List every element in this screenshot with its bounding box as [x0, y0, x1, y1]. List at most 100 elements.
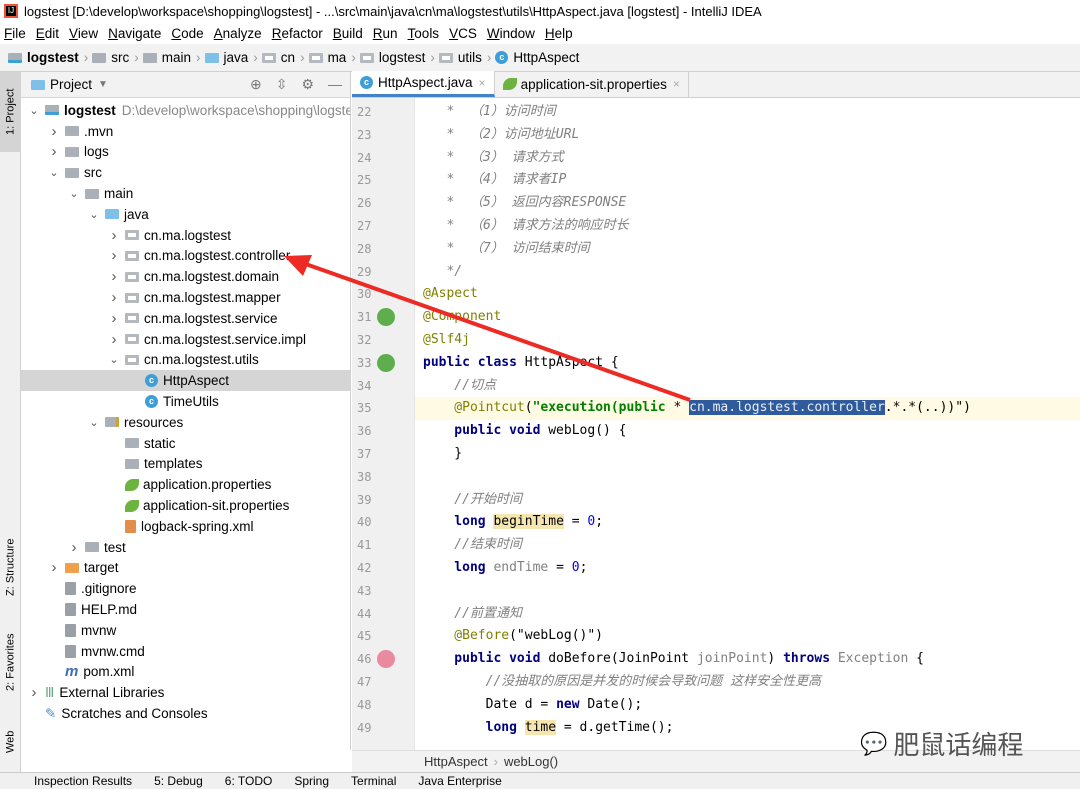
tree-item[interactable]: c HttpAspect	[21, 370, 350, 392]
chevron-right-icon[interactable]: ›	[108, 310, 120, 327]
menu-run[interactable]: Run	[373, 26, 398, 41]
chevron-down-icon[interactable]: ⌄	[108, 353, 120, 366]
tree-item[interactable]: ⌄ java	[21, 204, 350, 225]
tree-item[interactable]: › cn.ma.logstest.service	[21, 308, 350, 329]
line-number: 27	[357, 219, 372, 233]
tree-item[interactable]: › cn.ma.logstest.controller	[21, 246, 350, 267]
tool-window-6-todo[interactable]: 6: TODO	[225, 774, 273, 788]
breadcrumb-item[interactable]: logstest ›	[359, 50, 435, 65]
web-tool-tab[interactable]: Web	[0, 717, 21, 767]
tree-item[interactable]: static	[21, 433, 350, 454]
tree-item[interactable]: ✎ Scratches and Consoles	[21, 703, 350, 724]
breadcrumb-item[interactable]: main ›	[142, 50, 201, 65]
chevron-down-icon[interactable]: ⌄	[88, 416, 100, 429]
crumb-method[interactable]: webLog()	[504, 754, 558, 769]
structure-tool-tab[interactable]: Z: Structure	[0, 527, 21, 607]
breadcrumb-item[interactable]: c HttpAspect	[495, 50, 579, 65]
tool-window-terminal[interactable]: Terminal	[351, 774, 396, 788]
crumb-class[interactable]: HttpAspect	[424, 754, 488, 769]
breadcrumb-item[interactable]: ma ›	[308, 50, 356, 65]
menu-tools[interactable]: Tools	[408, 26, 440, 41]
menu-edit[interactable]: Edit	[36, 26, 59, 41]
tree-item[interactable]: › cn.ma.logstest	[21, 225, 350, 246]
menu-window[interactable]: Window	[487, 26, 535, 41]
tree-item[interactable]: › cn.ma.logstest.mapper	[21, 287, 350, 308]
chevron-right-icon[interactable]: ›	[28, 684, 40, 701]
collapse-all-icon[interactable]: ⇳	[276, 76, 288, 93]
hide-icon[interactable]: —	[328, 76, 342, 93]
breadcrumb-item[interactable]: cn ›	[261, 50, 305, 65]
chevron-down-icon[interactable]: ⌄	[28, 104, 40, 117]
spring-class-icon[interactable]	[377, 353, 395, 372]
chevron-right-icon[interactable]: ›	[108, 247, 120, 264]
menu-refactor[interactable]: Refactor	[272, 26, 323, 41]
favorites-tool-tab[interactable]: 2: Favorites	[0, 622, 21, 702]
method-icon[interactable]	[377, 650, 395, 669]
chevron-down-icon[interactable]: ⌄	[48, 166, 60, 179]
menu-code[interactable]: Code	[171, 26, 203, 41]
chevron-down-icon[interactable]: ⌄	[88, 208, 100, 221]
menu-analyze[interactable]: Analyze	[214, 26, 262, 41]
chevron-right-icon[interactable]: ›	[108, 331, 120, 348]
tree-item[interactable]: ⌄ src	[21, 162, 350, 183]
tree-item[interactable]: › test	[21, 537, 350, 558]
tree-item-label: main	[104, 186, 134, 202]
locate-icon[interactable]: ⊕	[250, 76, 262, 93]
tree-item[interactable]: c TimeUtils	[21, 391, 350, 412]
chevron-down-icon[interactable]: ⌄	[68, 187, 80, 200]
chevron-right-icon[interactable]: ›	[48, 123, 60, 140]
close-icon[interactable]: ×	[673, 77, 680, 91]
breadcrumb-item[interactable]: java ›	[204, 50, 258, 65]
tree-item[interactable]: logback-spring.xml	[21, 516, 350, 537]
tree-item[interactable]: ⌄ cn.ma.logstest.utils	[21, 350, 350, 371]
tool-window-5-debug[interactable]: 5: Debug	[154, 774, 203, 788]
breadcrumb-label: src	[111, 50, 130, 65]
chevron-down-icon[interactable]: ▼	[98, 79, 108, 90]
chevron-right-icon[interactable]: ›	[108, 227, 120, 244]
breadcrumb-item[interactable]: utils ›	[438, 50, 491, 65]
tree-item[interactable]: › cn.ma.logstest.domain	[21, 266, 350, 287]
tree-item[interactable]: ⌄ resources	[21, 412, 350, 433]
tree-item[interactable]: HELP.md	[21, 599, 350, 620]
gear-icon[interactable]: ⚙	[301, 76, 314, 93]
tree-item[interactable]: › logs	[21, 142, 350, 163]
chevron-right-icon[interactable]: ›	[108, 289, 120, 306]
tree-item[interactable]: › .mvn	[21, 121, 350, 142]
tree-item[interactable]: mvnw	[21, 620, 350, 641]
project-view-selector[interactable]: Project	[50, 77, 92, 92]
tree-item[interactable]: › target	[21, 558, 350, 579]
tree-item[interactable]: templates	[21, 454, 350, 475]
tree-item[interactable]: ⌄ logstest D:\develop\workspace\shopping\l…	[21, 100, 350, 121]
tree-item[interactable]: application.properties	[21, 474, 350, 495]
code-token: 0	[571, 560, 580, 575]
tree-item[interactable]: m pom.xml	[21, 662, 350, 683]
menu-file[interactable]: File	[4, 26, 26, 41]
tab-application-sit-properties[interactable]: application-sit.properties ×	[495, 71, 689, 97]
menu-view[interactable]: View	[69, 26, 98, 41]
tool-window-spring[interactable]: Spring	[294, 774, 329, 788]
code-area[interactable]: * （1）访问时间 * （2）访问地址URL * （3） 请求方式 * （4） …	[415, 98, 1080, 750]
chevron-right-icon[interactable]: ›	[48, 143, 60, 160]
tree-item[interactable]: › cn.ma.logstest.service.impl	[21, 329, 350, 350]
tree-item[interactable]: application-sit.properties	[21, 495, 350, 516]
spring-bean-icon[interactable]	[377, 308, 395, 327]
tree-item[interactable]: › Ⅲ External Libraries	[21, 682, 350, 703]
breadcrumb-item[interactable]: logstest ›	[8, 50, 88, 65]
chevron-right-icon[interactable]: ›	[68, 539, 80, 556]
breadcrumb-label: logstest	[378, 50, 426, 65]
chevron-right-icon[interactable]: ›	[48, 559, 60, 576]
menu-help[interactable]: Help	[545, 26, 573, 41]
tree-item[interactable]: .gitignore	[21, 578, 350, 599]
menu-navigate[interactable]: Navigate	[108, 26, 161, 41]
menu-vcs[interactable]: VCS	[449, 26, 477, 41]
tool-window-java-enterprise[interactable]: Java Enterprise	[418, 774, 501, 788]
project-tool-tab[interactable]: 1: Project	[0, 72, 21, 152]
close-icon[interactable]: ×	[479, 76, 486, 90]
tree-item[interactable]: mvnw.cmd	[21, 641, 350, 662]
menu-build[interactable]: Build	[333, 26, 363, 41]
tool-window-inspection-results[interactable]: Inspection Results	[34, 774, 132, 788]
tab-httpaspect-java[interactable]: c HttpAspect.java ×	[352, 71, 495, 97]
breadcrumb-item[interactable]: src ›	[92, 50, 139, 65]
chevron-right-icon[interactable]: ›	[108, 268, 120, 285]
tree-item[interactable]: ⌄ main	[21, 183, 350, 204]
